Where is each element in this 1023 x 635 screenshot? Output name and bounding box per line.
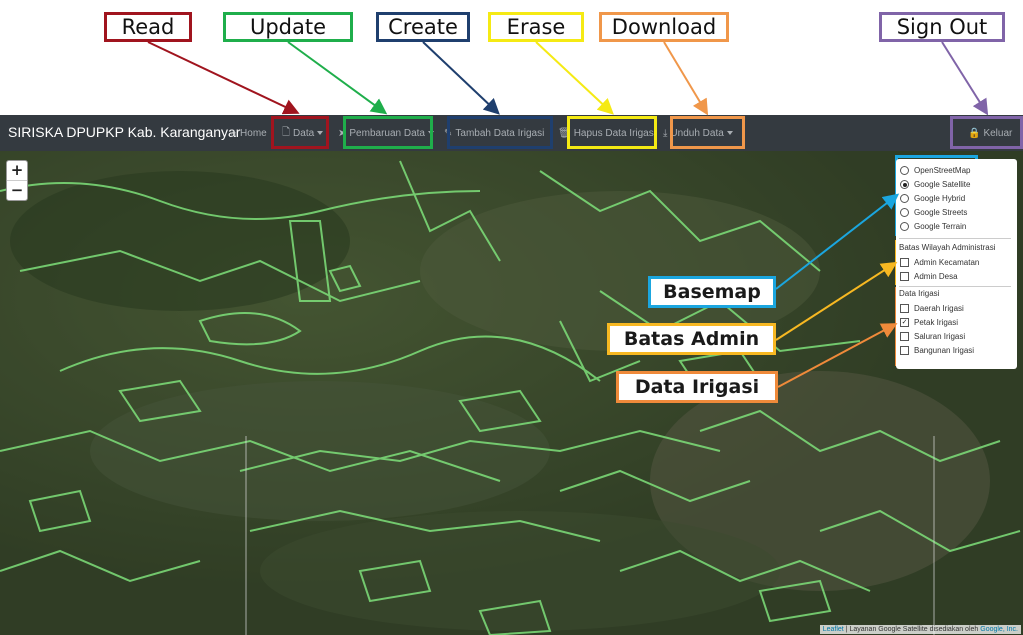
map-canvas[interactable] <box>0 151 1023 635</box>
callout-read: Read <box>104 12 192 42</box>
brand-title[interactable]: SIRISKA DPUPKP Kab. Karanganyar <box>8 124 240 140</box>
highlight-update <box>343 116 433 149</box>
zoom-control: + − <box>6 160 28 201</box>
highlight-erase <box>567 116 657 149</box>
overlay-label: Admin Desa <box>914 272 958 281</box>
checkbox[interactable] <box>900 304 909 313</box>
callout-update: Update <box>223 12 353 42</box>
layers-control-panel: OpenStreetMap Google Satellite Google Hy… <box>896 159 1017 369</box>
checkbox-checked[interactable]: ✓ <box>900 318 909 327</box>
callout-download: Download <box>599 12 729 42</box>
basemap-option-google-streets[interactable]: Google Streets <box>900 208 967 217</box>
label-batas-admin: Batas Admin <box>607 323 776 355</box>
separator <box>899 286 1011 287</box>
overlay-label: Petak Irigasi <box>914 318 959 327</box>
home-icon: ⌂ <box>231 127 238 139</box>
satellite-imagery <box>0 151 1023 635</box>
radio-button[interactable] <box>900 222 909 231</box>
radio-button[interactable] <box>900 208 909 217</box>
overlay-daerah-irigasi[interactable]: Daerah Irigasi <box>900 304 964 313</box>
annotation-area: Read Update Create Erase Download Sign O… <box>0 0 1023 115</box>
overlay-bangunan-irigasi[interactable]: Bangunan Irigasi <box>900 346 974 355</box>
overlay-label: Admin Kecamatan <box>914 258 980 267</box>
label-data-irigasi: Data Irigasi <box>616 371 778 403</box>
basemap-option-label: Google Streets <box>914 208 968 217</box>
overlay-label: Bangunan Irigasi <box>914 346 975 355</box>
basemap-option-google-satellite[interactable]: Google Satellite <box>900 180 970 189</box>
leaflet-link[interactable]: Leaflet <box>823 626 844 633</box>
callout-sign-out: Sign Out <box>879 12 1005 42</box>
checkbox[interactable] <box>900 272 909 281</box>
radio-button[interactable] <box>900 194 909 203</box>
highlight-create <box>447 116 553 149</box>
checkbox[interactable] <box>900 346 909 355</box>
overlay-saluran-irigasi[interactable]: Saluran Irigasi <box>900 332 965 341</box>
overlay-admin-kecamatan[interactable]: Admin Kecamatan <box>900 258 979 267</box>
download-icon: ⤓ <box>663 127 668 139</box>
highlight-download <box>670 116 745 149</box>
separator <box>899 238 1011 239</box>
basemap-option-osm[interactable]: OpenStreetMap <box>900 166 970 175</box>
highlight-sign-out <box>950 116 1023 149</box>
checkbox[interactable] <box>900 332 909 341</box>
overlay-admin-desa[interactable]: Admin Desa <box>900 272 958 281</box>
basemap-option-google-terrain[interactable]: Google Terrain <box>900 222 966 231</box>
overlay-label: Daerah Irigasi <box>914 304 964 313</box>
basemap-option-google-hybrid[interactable]: Google Hybrid <box>900 194 965 203</box>
callout-create: Create <box>376 12 470 42</box>
radio-button[interactable] <box>900 166 909 175</box>
label-basemap: Basemap <box>648 276 776 308</box>
overlay-label: Saluran Irigasi <box>914 332 966 341</box>
admin-group-title: Batas Wilayah Administrasi <box>899 243 996 252</box>
highlight-read <box>271 116 329 149</box>
basemap-option-label: Google Hybrid <box>914 194 966 203</box>
overlay-petak-irigasi[interactable]: ✓ Petak Irigasi <box>900 318 958 327</box>
basemap-option-label: Google Satellite <box>914 180 971 189</box>
google-link[interactable]: Google, Inc. <box>980 626 1018 633</box>
radio-button-selected[interactable] <box>900 180 909 189</box>
attribution-text: | Layanan Google Satellite disediakan ol… <box>843 626 981 633</box>
zoom-out-button[interactable]: − <box>7 180 27 200</box>
basemap-option-label: Google Terrain <box>914 222 967 231</box>
zoom-in-button[interactable]: + <box>7 161 27 180</box>
basemap-option-label: OpenStreetMap <box>914 166 971 175</box>
nav-home-label: Home <box>240 127 267 139</box>
callout-erase: Erase <box>488 12 584 42</box>
checkbox[interactable] <box>900 258 909 267</box>
irigasi-group-title: Data Irigasi <box>899 289 940 298</box>
map-attribution: Leaflet | Layanan Google Satellite dised… <box>819 625 1021 634</box>
nav-home[interactable]: ⌂ Home <box>231 123 267 143</box>
